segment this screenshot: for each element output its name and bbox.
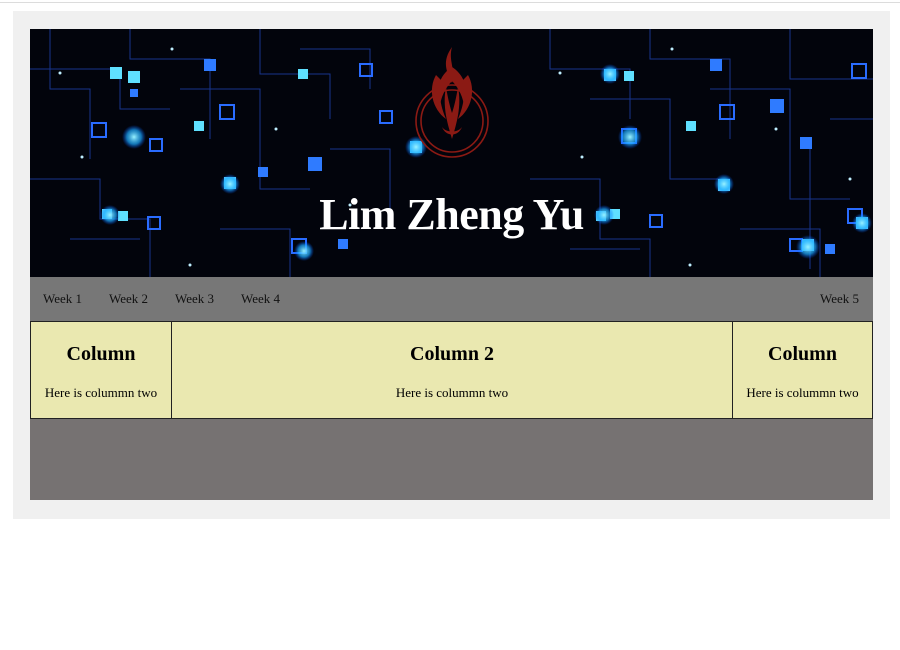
column-right-text: Here is colummn two	[746, 385, 859, 400]
column-left-text: Here is colummn two	[44, 385, 158, 400]
column-middle-heading: Column 2	[410, 343, 494, 365]
column-middle-text: Here is colummn two	[395, 385, 509, 400]
nav-item-week-4[interactable]: Week 4	[241, 291, 280, 307]
column-left-heading: Column	[66, 343, 136, 365]
column-left: Column Here is colummn two	[30, 322, 172, 418]
column-middle: Column 2 Here is colummn two	[172, 322, 732, 418]
nav-bar: Week 1 Week 2 Week 3 Week 4 Week 5	[30, 277, 873, 322]
footer	[30, 419, 873, 500]
column-right: Column Here is colummn two	[732, 322, 873, 418]
columns-row: Column Here is colummn two Column 2 Here…	[30, 322, 873, 419]
page-frame: Lim Zheng Yu Week 1 Week 2 Week 3 Week 4…	[13, 11, 890, 519]
top-divider	[0, 2, 900, 3]
nav-item-week-5[interactable]: Week 5	[820, 291, 859, 307]
header-banner: Lim Zheng Yu	[30, 29, 873, 277]
nav-item-week-3[interactable]: Week 3	[175, 291, 214, 307]
phoenix-emblem-icon	[415, 47, 489, 158]
nav-item-week-1[interactable]: Week 1	[43, 291, 82, 307]
nav-item-week-2[interactable]: Week 2	[109, 291, 148, 307]
column-right-heading: Column	[768, 343, 837, 365]
site-title: Lim Zheng Yu	[319, 190, 584, 239]
page-container: Lim Zheng Yu Week 1 Week 2 Week 3 Week 4…	[30, 29, 873, 500]
